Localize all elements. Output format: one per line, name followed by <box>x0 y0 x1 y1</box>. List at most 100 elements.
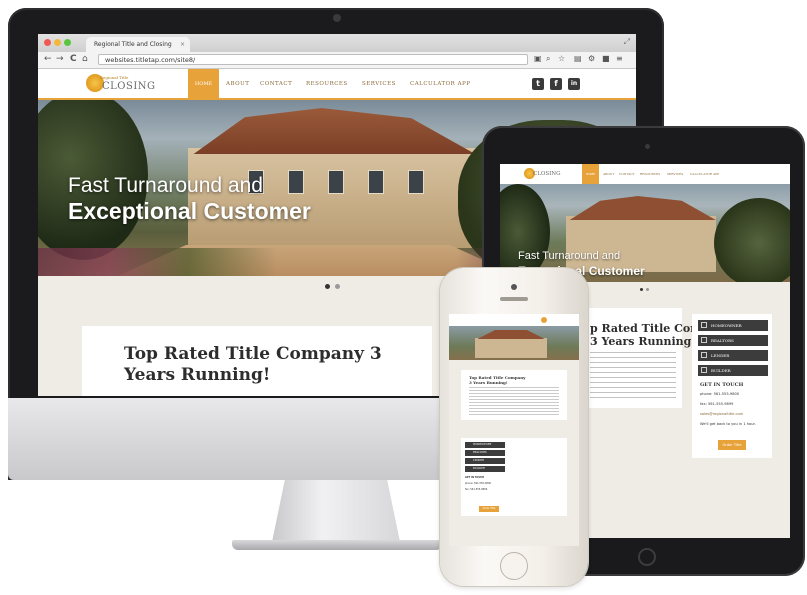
nav-resources[interactable]: RESOURCES <box>306 69 348 99</box>
phone-site-header <box>449 314 579 326</box>
imac-base <box>232 540 442 550</box>
phone-button-homeowner[interactable]: HOMEOWNER <box>465 442 505 448</box>
close-window-button[interactable] <box>44 39 51 46</box>
imac-stand <box>272 480 400 542</box>
reload-icon[interactable]: C <box>70 54 77 64</box>
logo-tagline: Regional Title <box>100 75 129 80</box>
nav-home[interactable]: HOME <box>188 69 219 99</box>
phone-contact-fax: fax: 561-555-9899 <box>465 488 488 491</box>
site-header: Regional Title CLOSING HOME ABOUT CONTAC… <box>38 69 636 99</box>
maximize-window-button[interactable] <box>64 39 71 46</box>
sidebar-button-homeowner[interactable]: HOMEOWNER <box>698 320 768 331</box>
phone-hero[interactable] <box>449 326 579 360</box>
house-window <box>288 170 304 194</box>
sidebar-button-label: REALTORS <box>711 338 734 343</box>
home-icon <box>701 337 707 343</box>
logo-wordmark[interactable]: CLOSING <box>102 81 156 92</box>
settings-icon[interactable]: ⚙ <box>588 54 595 63</box>
house-icon <box>701 322 707 328</box>
phone-get-in-touch: GET IN TOUCH <box>465 476 485 479</box>
tablet-title-line1: p Rated Title Com- <box>590 322 707 335</box>
contact-phone: phone: 561-555-9800 <box>700 392 740 396</box>
sidebar-button-builder[interactable]: BUILDER <box>698 365 768 376</box>
contact-email-link[interactable]: sales@regionaltitle.com <box>700 412 743 416</box>
phone-button-builder[interactable]: BUILDER <box>465 466 505 472</box>
tablet-nav-services[interactable]: SERVICES <box>667 164 683 184</box>
address-bar[interactable]: websites.titletap.com/site8/ <box>98 54 528 65</box>
bank-icon <box>701 352 707 358</box>
house-window <box>368 170 384 194</box>
home-icon[interactable]: ⌂ <box>82 54 88 64</box>
home-button[interactable] <box>638 548 656 566</box>
contact-note: We'll get back to you in 1 hour. <box>700 422 756 426</box>
tablet-paragraph <box>590 352 676 398</box>
phone-screen: Top Rated Title Company 3 Years Running!… <box>449 314 579 546</box>
tablet-nav-contact[interactable]: CONTACT <box>619 164 635 184</box>
slider-dot-active[interactable] <box>640 288 643 291</box>
slider-dot-active[interactable] <box>325 284 330 289</box>
nav-calculator-app[interactable]: CALCULATOR APP <box>410 69 470 99</box>
sidebar-button-realtors[interactable]: REALTORS <box>698 335 768 346</box>
camera-icon <box>645 144 650 149</box>
browser-tab[interactable]: Regional Title and Closing × <box>86 37 190 52</box>
building-icon <box>701 367 707 373</box>
phone-paragraph <box>469 387 559 415</box>
browser-tab-bar: Regional Title and Closing × ⤢ <box>38 34 636 52</box>
get-in-touch-heading: GET IN TOUCH <box>700 382 744 388</box>
phone-content-title: Top Rated Title Company 3 Years Running! <box>469 375 526 385</box>
hero-headline-line1: Fast Turnaround and <box>68 174 263 197</box>
sidebar-button-label: BUILDER <box>711 368 731 373</box>
rss-icon[interactable]: ▣ <box>534 54 542 63</box>
phone-button-lender[interactable]: LENDER <box>465 458 505 464</box>
minimize-window-button[interactable] <box>54 39 61 46</box>
sidebar-button-lender[interactable]: LENDER <box>698 350 768 361</box>
nav-services[interactable]: SERVICES <box>362 69 396 99</box>
camera-icon <box>333 14 341 22</box>
order-title-button[interactable]: Order Title <box>718 440 746 450</box>
extension-icon[interactable]: ▤ <box>574 54 582 63</box>
contact-fax: fax: 561-555-9899 <box>700 402 734 406</box>
tablet-content-title: p Rated Title Com- 3 Years Running! <box>590 322 706 348</box>
slider-dot[interactable] <box>335 284 340 289</box>
nav-contact[interactable]: CONTACT <box>260 69 292 99</box>
logo-sun-icon <box>541 317 547 323</box>
tablet-hero-line1: Fast Turnaround and <box>518 250 621 262</box>
menu-icon[interactable]: ≡ <box>616 54 623 63</box>
hero-headline-line2: Exceptional Customer <box>68 198 311 224</box>
hero-tree <box>714 198 790 282</box>
sidebar-button-label: LENDER <box>711 353 730 358</box>
tablet-logo-wordmark[interactable]: CLOSING <box>533 171 561 177</box>
twitter-icon[interactable]: t <box>532 78 544 90</box>
hero-house-roof <box>477 330 545 339</box>
tab-close-icon[interactable]: × <box>180 37 185 52</box>
hero-house-roof <box>193 108 476 154</box>
slider-dot[interactable] <box>646 288 649 291</box>
speaker-grille <box>500 297 528 301</box>
nav-about[interactable]: ABOUT <box>226 69 249 99</box>
tab-title: Regional Title and Closing <box>94 41 172 48</box>
content-title: Top Rated Title Company 3 Years Running! <box>124 344 382 385</box>
forward-icon[interactable]: → <box>56 54 64 64</box>
camera-icon <box>511 284 517 290</box>
house-window <box>408 170 424 194</box>
hero-house-roof <box>569 196 716 220</box>
facebook-icon[interactable]: f <box>550 78 562 90</box>
tablet-title-line2: 3 Years Running! <box>590 335 697 348</box>
tablet-nav-resources[interactable]: RESOURCES <box>640 164 660 184</box>
home-button[interactable] <box>500 552 528 580</box>
tablet-nav-about[interactable]: ABOUT <box>603 164 614 184</box>
phone-order-title-button[interactable]: Order Title <box>479 506 499 512</box>
back-icon[interactable]: ← <box>44 54 52 64</box>
phone-contact-phone: phone: 561-555-9800 <box>465 482 491 485</box>
search-icon[interactable]: ⌕ <box>546 54 550 64</box>
star-icon[interactable]: ☆ <box>558 54 565 63</box>
fullscreen-icon[interactable]: ⤢ <box>624 37 630 47</box>
tablet-nav-home[interactable]: HOME <box>582 164 599 184</box>
browser-toolbar: ← → C ⌂ websites.titletap.com/site8/ ▣ ⌕… <box>38 52 636 69</box>
extension-square-icon[interactable]: ■ <box>602 54 610 63</box>
linkedin-icon[interactable]: in <box>568 78 580 90</box>
hero-house <box>475 338 547 358</box>
sidebar-button-label: HOMEOWNER <box>711 323 742 328</box>
phone-button-realtors[interactable]: REALTORS <box>465 450 505 456</box>
tablet-nav-calculator-app[interactable]: CALCULATOR APP <box>690 164 719 184</box>
